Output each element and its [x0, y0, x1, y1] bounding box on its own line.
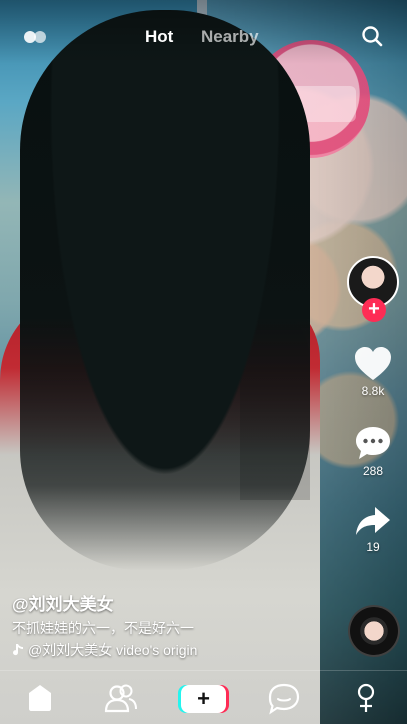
nav-inbox[interactable]: [264, 681, 304, 715]
username[interactable]: @刘刘大美女: [12, 590, 114, 615]
tab-nearby[interactable]: Nearby: [201, 27, 259, 47]
nav-add[interactable]: +: [181, 681, 226, 715]
search-icon[interactable]: [360, 24, 384, 48]
music-info[interactable]: @刘刘大美女 video's origin: [12, 640, 197, 660]
follow-plus-icon[interactable]: +: [362, 298, 386, 322]
like-button[interactable]: 8.8k: [349, 346, 397, 398]
nav-friends[interactable]: [101, 681, 141, 715]
music-note-icon: [13, 644, 23, 656]
heart-icon: [355, 347, 391, 380]
comment-button[interactable]: 288: [349, 424, 397, 478]
caption: 不抓娃娃的六一，不是好六一: [12, 620, 194, 636]
add-button[interactable]: +: [181, 685, 226, 713]
nav-home[interactable]: [20, 681, 60, 715]
nav-profile[interactable]: [346, 681, 386, 715]
music-disc[interactable]: [348, 605, 400, 657]
music-text: @刘刘大美女 video's origin: [28, 642, 198, 658]
profile-icon: [357, 683, 375, 712]
share-icon: [356, 507, 390, 535]
share-count: 19: [366, 540, 380, 554]
tab-hot[interactable]: Hot: [145, 27, 173, 47]
friends-icon: [104, 684, 137, 713]
comment-icon: [356, 427, 390, 459]
bottom-nav: +: [0, 670, 407, 724]
inbox-icon: [268, 683, 300, 715]
top-bar: Hot Nearby: [0, 0, 407, 64]
video-feed-screen[interactable]: Hot Nearby + 8.8k 288 19 @刘刘大美女 不抓娃娃的六一，…: [0, 0, 407, 724]
share-button[interactable]: 19: [349, 504, 397, 554]
person-hair: [20, 10, 310, 570]
comment-count: 288: [362, 464, 384, 478]
home-icon: [29, 685, 51, 711]
live-icon[interactable]: [24, 31, 48, 45]
like-count: 8.8k: [361, 384, 385, 398]
